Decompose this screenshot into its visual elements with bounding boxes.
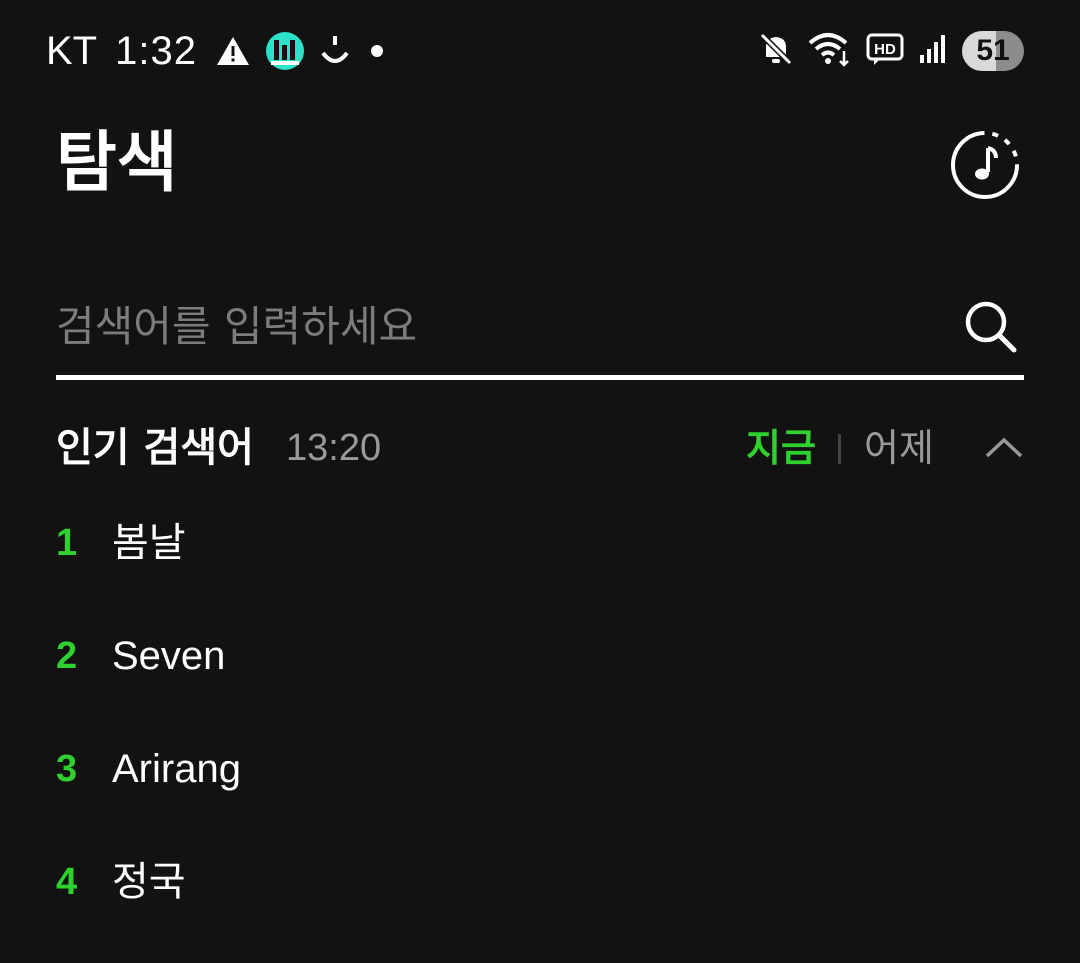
carrier-label: KT xyxy=(46,28,98,73)
search-bar xyxy=(56,278,1024,380)
list-item[interactable]: 1 봄날 xyxy=(56,500,1024,613)
clock: 1:32 xyxy=(115,28,197,73)
popular-search-title: 인기 검색어 xyxy=(56,425,254,471)
app-notification-icon xyxy=(265,31,305,71)
battery-icon: 51 xyxy=(962,31,1024,71)
wifi-icon xyxy=(808,31,852,71)
warning-icon xyxy=(215,35,251,67)
popular-search-header: 인기 검색어 13:20 지금 어제 xyxy=(56,418,1024,478)
chevron-up-icon[interactable] xyxy=(984,432,1024,462)
rank-number: 4 xyxy=(56,861,78,903)
search-term: Seven xyxy=(112,634,226,678)
search-term: Arirang xyxy=(112,747,241,791)
list-item[interactable]: 2 Seven xyxy=(56,613,1024,726)
search-term: 봄날 xyxy=(112,521,186,565)
svg-text:HD: HD xyxy=(874,41,896,58)
explore-screen: KT 1:32 HD 51 탐색 검색어를 입력하세요 인기 검색어 13:20… xyxy=(0,0,1080,963)
popular-search-time: 13:20 xyxy=(286,427,382,469)
status-bar-left: KT 1:32 xyxy=(46,26,403,76)
signal-icon xyxy=(918,33,948,69)
hd-voice-icon: HD xyxy=(866,32,904,70)
page-title: 탐색 xyxy=(56,124,178,201)
music-note-icon[interactable] xyxy=(948,128,1022,202)
tab-divider xyxy=(838,434,841,464)
popular-search-list: 1 봄날 2 Seven 3 Arirang 4 정국 xyxy=(56,500,1024,952)
tab-yesterday[interactable]: 어제 xyxy=(864,418,934,478)
search-term: 정국 xyxy=(112,860,186,904)
smile-icon xyxy=(319,33,351,69)
search-icon[interactable] xyxy=(962,298,1020,356)
status-bar-right: HD 51 xyxy=(758,26,1024,76)
dot-icon xyxy=(365,39,389,63)
rank-number: 1 xyxy=(56,522,78,564)
mute-icon xyxy=(758,31,794,71)
list-item[interactable]: 4 정국 xyxy=(56,839,1024,952)
tab-now[interactable]: 지금 xyxy=(746,418,816,478)
list-item[interactable]: 3 Arirang xyxy=(56,726,1024,839)
rank-number: 3 xyxy=(56,748,78,790)
rank-number: 2 xyxy=(56,635,78,677)
search-input[interactable] xyxy=(56,294,936,358)
